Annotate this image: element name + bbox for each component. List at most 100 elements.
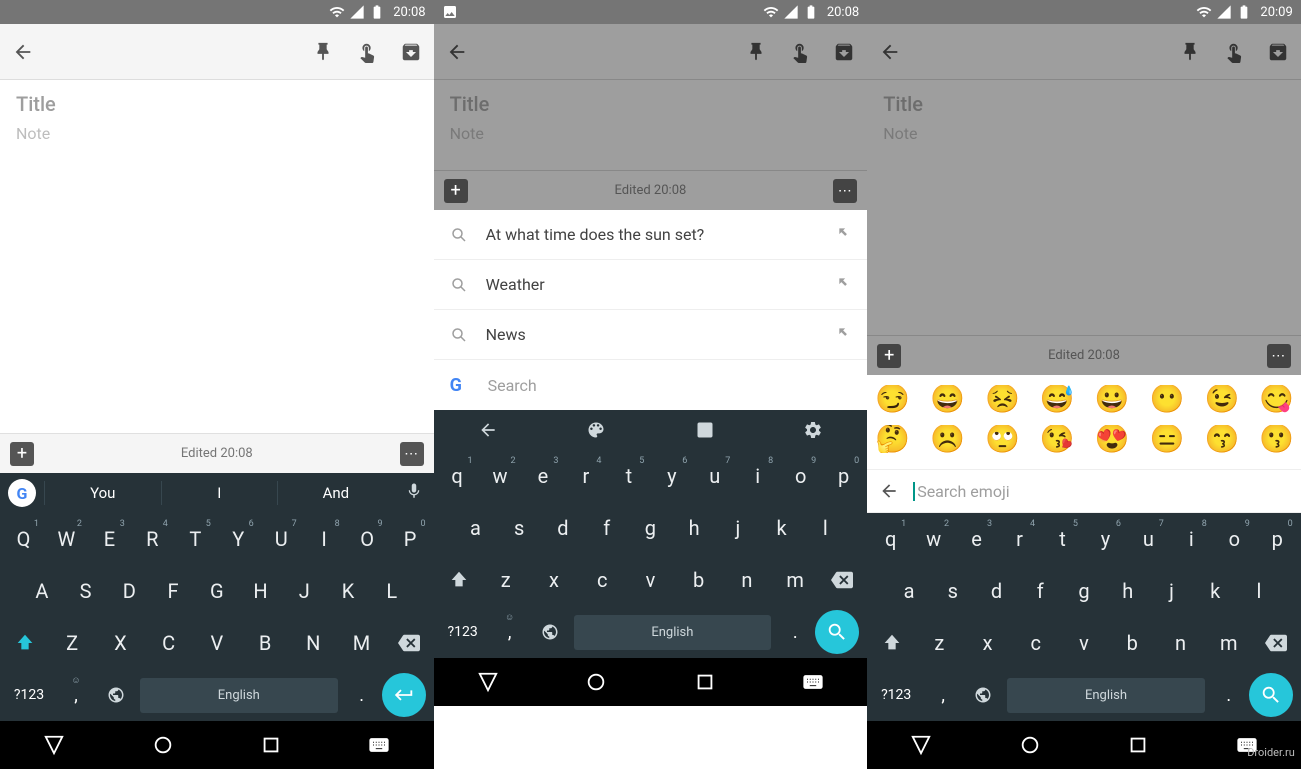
archive-icon[interactable] [400,41,422,63]
back-icon[interactable] [478,420,498,440]
key-a[interactable]: a [454,506,498,550]
key-j[interactable]: j [716,506,760,550]
key-b[interactable]: b [675,558,723,602]
language-key[interactable] [530,623,570,641]
key-w[interactable]: w2 [912,517,955,561]
nav-recent-icon[interactable] [694,671,716,693]
emoji[interactable]: 😅 [1040,385,1075,413]
key-w[interactable]: w2 [479,454,522,498]
space-key[interactable]: English [1007,678,1205,713]
nav-home-icon[interactable] [152,734,174,756]
add-button[interactable]: + [877,344,901,368]
key-R[interactable]: R4 [131,517,174,561]
pin-icon[interactable] [1179,41,1201,63]
nav-keyboard-icon[interactable] [368,734,390,756]
key-v[interactable]: v [626,558,674,602]
more-button[interactable]: ⋯ [400,442,424,466]
key-H[interactable]: H [239,569,283,613]
symbols-key[interactable]: ?123 [2,687,56,703]
enter-key[interactable] [382,673,426,717]
title-input[interactable]: Title [16,92,418,116]
key-c[interactable]: c [1012,621,1060,665]
key-L[interactable]: L [370,569,414,613]
key-n[interactable]: n [1156,621,1204,665]
key-q[interactable]: q1 [869,517,912,561]
key-M[interactable]: M [337,621,385,665]
insert-icon[interactable] [837,325,851,344]
emoji[interactable]: 😏 [875,385,910,413]
key-A[interactable]: A [20,569,64,613]
key-v[interactable]: v [1060,621,1108,665]
pin-icon[interactable] [745,41,767,63]
back-icon[interactable] [879,481,899,501]
key-y[interactable]: y6 [1084,517,1127,561]
emoji[interactable]: 😘 [1040,425,1075,453]
language-key[interactable] [963,686,1003,704]
key-e[interactable]: e3 [522,454,565,498]
emoji[interactable]: ☹️ [930,425,965,453]
language-key[interactable] [96,686,136,704]
key-d[interactable]: d [975,569,1019,613]
shift-key[interactable] [2,621,48,665]
key-z[interactable]: z [915,621,963,665]
emoji[interactable]: 😍 [1095,425,1130,453]
more-button[interactable]: ⋯ [833,179,857,203]
nav-back-icon[interactable] [477,671,499,693]
emoji[interactable]: 😣 [985,385,1020,413]
key-t[interactable]: t5 [1041,517,1084,561]
title-input[interactable]: Title [450,92,852,116]
key-T[interactable]: T5 [174,517,217,561]
key-f[interactable]: f [585,506,629,550]
key-x[interactable]: x [963,621,1011,665]
space-key[interactable]: English [140,678,338,713]
key-l[interactable]: l [1237,569,1281,613]
search-row[interactable]: At what time does the sun set? [434,210,868,260]
key-D[interactable]: D [107,569,151,613]
mic-icon[interactable] [394,482,434,504]
archive-icon[interactable] [833,41,855,63]
key-E[interactable]: E3 [88,517,131,561]
symbols-key[interactable]: ?123 [436,624,490,640]
more-button[interactable]: ⋯ [1267,344,1291,368]
key-i[interactable]: i8 [1170,517,1213,561]
nav-home-icon[interactable] [1019,734,1041,756]
comma-key[interactable]: , [490,622,530,643]
nav-back-icon[interactable] [43,734,65,756]
nav-home-icon[interactable] [585,671,607,693]
key-j[interactable]: j [1150,569,1194,613]
key-k[interactable]: k [760,506,804,550]
key-o[interactable]: o9 [779,454,822,498]
backspace-key[interactable] [819,558,865,602]
key-r[interactable]: r4 [998,517,1041,561]
key-p[interactable]: p0 [1256,517,1299,561]
note-input[interactable]: Note [883,124,1285,143]
key-N[interactable]: N [289,621,337,665]
back-icon[interactable] [879,41,901,63]
nav-recent-icon[interactable] [1127,734,1149,756]
emoji[interactable]: 😉 [1204,385,1239,413]
emoji-search-bar[interactable]: Search emoji [867,469,1301,513]
key-g[interactable]: g [1062,569,1106,613]
key-x[interactable]: x [530,558,578,602]
search-key[interactable] [815,610,859,654]
key-h[interactable]: h [672,506,716,550]
theme-icon[interactable] [586,420,606,440]
note-input[interactable]: Note [450,124,852,143]
title-input[interactable]: Title [883,92,1285,116]
comma-key[interactable]: , [56,685,96,706]
key-u[interactable]: u7 [1127,517,1170,561]
search-row[interactable]: Weather [434,260,868,310]
gif-icon[interactable] [695,420,715,440]
key-X[interactable]: X [96,621,144,665]
key-n[interactable]: n [723,558,771,602]
emoji[interactable]: 😶 [1150,385,1185,413]
emoji[interactable]: 😀 [1095,385,1130,413]
search-row[interactable]: News [434,310,868,360]
key-B[interactable]: B [241,621,289,665]
key-t[interactable]: t5 [607,454,650,498]
key-q[interactable]: q1 [436,454,479,498]
emoji[interactable]: 🙄 [985,425,1020,453]
key-h[interactable]: h [1106,569,1150,613]
key-f[interactable]: f [1018,569,1062,613]
key-Y[interactable]: Y6 [217,517,260,561]
